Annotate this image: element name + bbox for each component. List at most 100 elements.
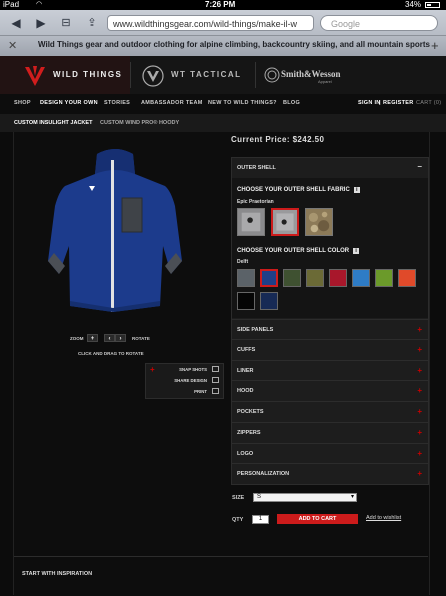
print-link[interactable]: PRINT [194, 389, 207, 394]
outer-shell-options: CHOOSE YOUR OUTER SHELL FABRIC i Epic Pra… [232, 178, 428, 318]
section-logo[interactable]: LOGO + [232, 443, 428, 463]
share-icon[interactable]: ⇪ [84, 16, 100, 29]
camera-icon [212, 366, 219, 372]
back-icon[interactable]: ◀ [8, 16, 24, 30]
section-hood[interactable]: HOOD + [232, 380, 428, 400]
tab-custom-wind-pro-hoody[interactable]: CUSTOM WIND PRO® HOODY [100, 120, 179, 126]
color-swatch-selected[interactable] [260, 269, 278, 287]
forward-icon[interactable]: ▶ [33, 16, 49, 30]
brand-bar: WILD THINGS WT TACTICAL Smith&Wesson App… [0, 56, 446, 94]
zoom-in-button[interactable]: + [87, 334, 98, 342]
divider [130, 62, 131, 88]
nav-ambassador-team[interactable]: AMBASSADOR TEAM [141, 100, 203, 106]
nav-shop[interactable]: SHOP [14, 100, 31, 106]
nav-new-to-wild-things[interactable]: NEW TO WILD THINGS? [208, 100, 277, 106]
nav-stories[interactable]: STORIES [104, 100, 130, 106]
section-pockets[interactable]: POCKETS + [232, 401, 428, 421]
main-nav: SHOP DESIGN YOUR OWN STORIES AMBASSADOR … [0, 94, 446, 114]
size-value: S [257, 494, 262, 500]
clock: 7:26 PM [205, 0, 236, 9]
wt-tactical-logo-icon [142, 65, 164, 87]
wild-things-logo-icon [25, 66, 45, 86]
quantity-input[interactable]: 1 [252, 515, 269, 524]
info-icon[interactable]: i [353, 248, 360, 254]
tab-bar: ✕ Wild Things gear and outdoor clothing … [0, 35, 446, 57]
expand-icon: + [417, 386, 422, 395]
bookmarks-icon[interactable]: ⊟ [58, 16, 74, 29]
fabric-selected: Epic Praetorian [237, 199, 274, 205]
expand-icon: + [417, 325, 422, 334]
inspiration-label: START WITH INSPIRATION [22, 571, 93, 577]
expand-icon: + [417, 469, 422, 478]
color-heading: CHOOSE YOUR OUTER SHELL COLOR i [237, 248, 360, 254]
ios-status-bar: iPad ◠ 7:26 PM 34% [0, 0, 446, 10]
color-swatch[interactable] [375, 269, 393, 287]
section-cuffs[interactable]: CUFFS + [232, 339, 428, 359]
section-liner[interactable]: LINER + [232, 360, 428, 380]
nav-design-your-own[interactable]: DESIGN YOUR OWN [40, 100, 98, 106]
tab-close-icon[interactable]: ✕ [8, 39, 17, 52]
inspiration-bar[interactable]: START WITH INSPIRATION [14, 556, 428, 596]
zoom-label: ZOOM [70, 336, 84, 341]
color-swatch[interactable] [283, 269, 301, 287]
address-bar[interactable]: www.wildthingsgear.com/wild-things/make-… [107, 15, 314, 31]
color-selected: Delft [237, 259, 249, 265]
rotate-label: ROTATE [132, 336, 150, 341]
search-field[interactable]: Google [320, 15, 438, 31]
section-outer-shell[interactable]: OUTER SHELL – [232, 158, 428, 177]
size-select[interactable]: S ▾ [253, 493, 357, 502]
fabric-swatch-3[interactable] [305, 208, 333, 236]
brand-wt-tactical[interactable]: WT TACTICAL [171, 56, 242, 94]
sub-nav: CUSTOM INSULIGHT JACKET CUSTOM WIND PRO®… [0, 114, 446, 132]
expand-icon: + [417, 449, 422, 458]
color-swatch[interactable] [352, 269, 370, 287]
tab-title[interactable]: Wild Things gear and outdoor clothing fo… [38, 40, 430, 49]
color-swatch[interactable] [398, 269, 416, 287]
fabric-swatch-1[interactable] [237, 208, 265, 236]
color-swatch[interactable] [329, 269, 347, 287]
expand-icon: + [417, 407, 422, 416]
actions-toggle[interactable]: + [150, 365, 155, 374]
share-design-link[interactable]: SHARE DESIGN [174, 378, 207, 383]
battery-percent: 34% [405, 0, 422, 9]
brand-smith-wesson[interactable]: Smith&Wesson [281, 69, 341, 79]
nav-blog[interactable]: BLOG [283, 100, 300, 106]
add-to-wishlist-link[interactable]: Add to wishlist [366, 515, 401, 521]
collapse-icon[interactable]: – [418, 162, 422, 171]
configurator: OUTER SHELL – CHOOSE YOUR OUTER SHELL FA… [231, 157, 429, 485]
printer-icon [212, 388, 219, 394]
section-side-panels[interactable]: SIDE PANELS + [232, 319, 428, 339]
brand-partner-sub: Apparel [318, 79, 332, 84]
section-personalization[interactable]: PERSONALIZATION + [232, 463, 428, 483]
section-label: OUTER SHELL [237, 165, 276, 171]
snap-shots-link[interactable]: SNAP SHOTS [179, 367, 207, 372]
expand-icon: + [417, 366, 422, 375]
register-link[interactable]: REGISTER [383, 100, 414, 106]
color-swatch[interactable] [237, 269, 255, 287]
expand-icon: + [417, 345, 422, 354]
share-icon [212, 377, 219, 383]
chevron-down-icon: ▾ [350, 494, 354, 500]
tab-custom-insulight-jacket[interactable]: CUSTOM INSULIGHT JACKET [14, 120, 92, 126]
sign-in-link[interactable]: SIGN IN [358, 100, 381, 106]
fabric-swatch-2-selected[interactable] [271, 208, 299, 236]
add-to-cart-button[interactable]: ADD TO CART [277, 514, 358, 524]
nav-separator: | [379, 100, 381, 106]
info-icon[interactable]: i [353, 187, 360, 193]
color-swatch[interactable] [306, 269, 324, 287]
battery-icon [425, 2, 440, 8]
color-swatch[interactable] [260, 292, 278, 310]
color-swatch[interactable] [237, 292, 255, 310]
price-value: $242.50 [292, 135, 325, 144]
viewer-actions: + SNAP SHOTS SHARE DESIGN PRINT [145, 363, 224, 399]
brand-wild-things[interactable]: WILD THINGS [53, 56, 122, 94]
price-label: Current Price: [231, 135, 290, 144]
rotate-left-button[interactable]: ‹ [104, 334, 115, 342]
divider [255, 62, 256, 88]
section-zippers[interactable]: ZIPPERS + [232, 422, 428, 442]
new-tab-icon[interactable]: + [431, 38, 439, 53]
cart-link[interactable]: CART (0) [416, 100, 441, 106]
jacket-preview[interactable] [45, 146, 185, 321]
wifi-icon: ◠ [36, 1, 43, 8]
rotate-right-button[interactable]: › [115, 334, 126, 342]
